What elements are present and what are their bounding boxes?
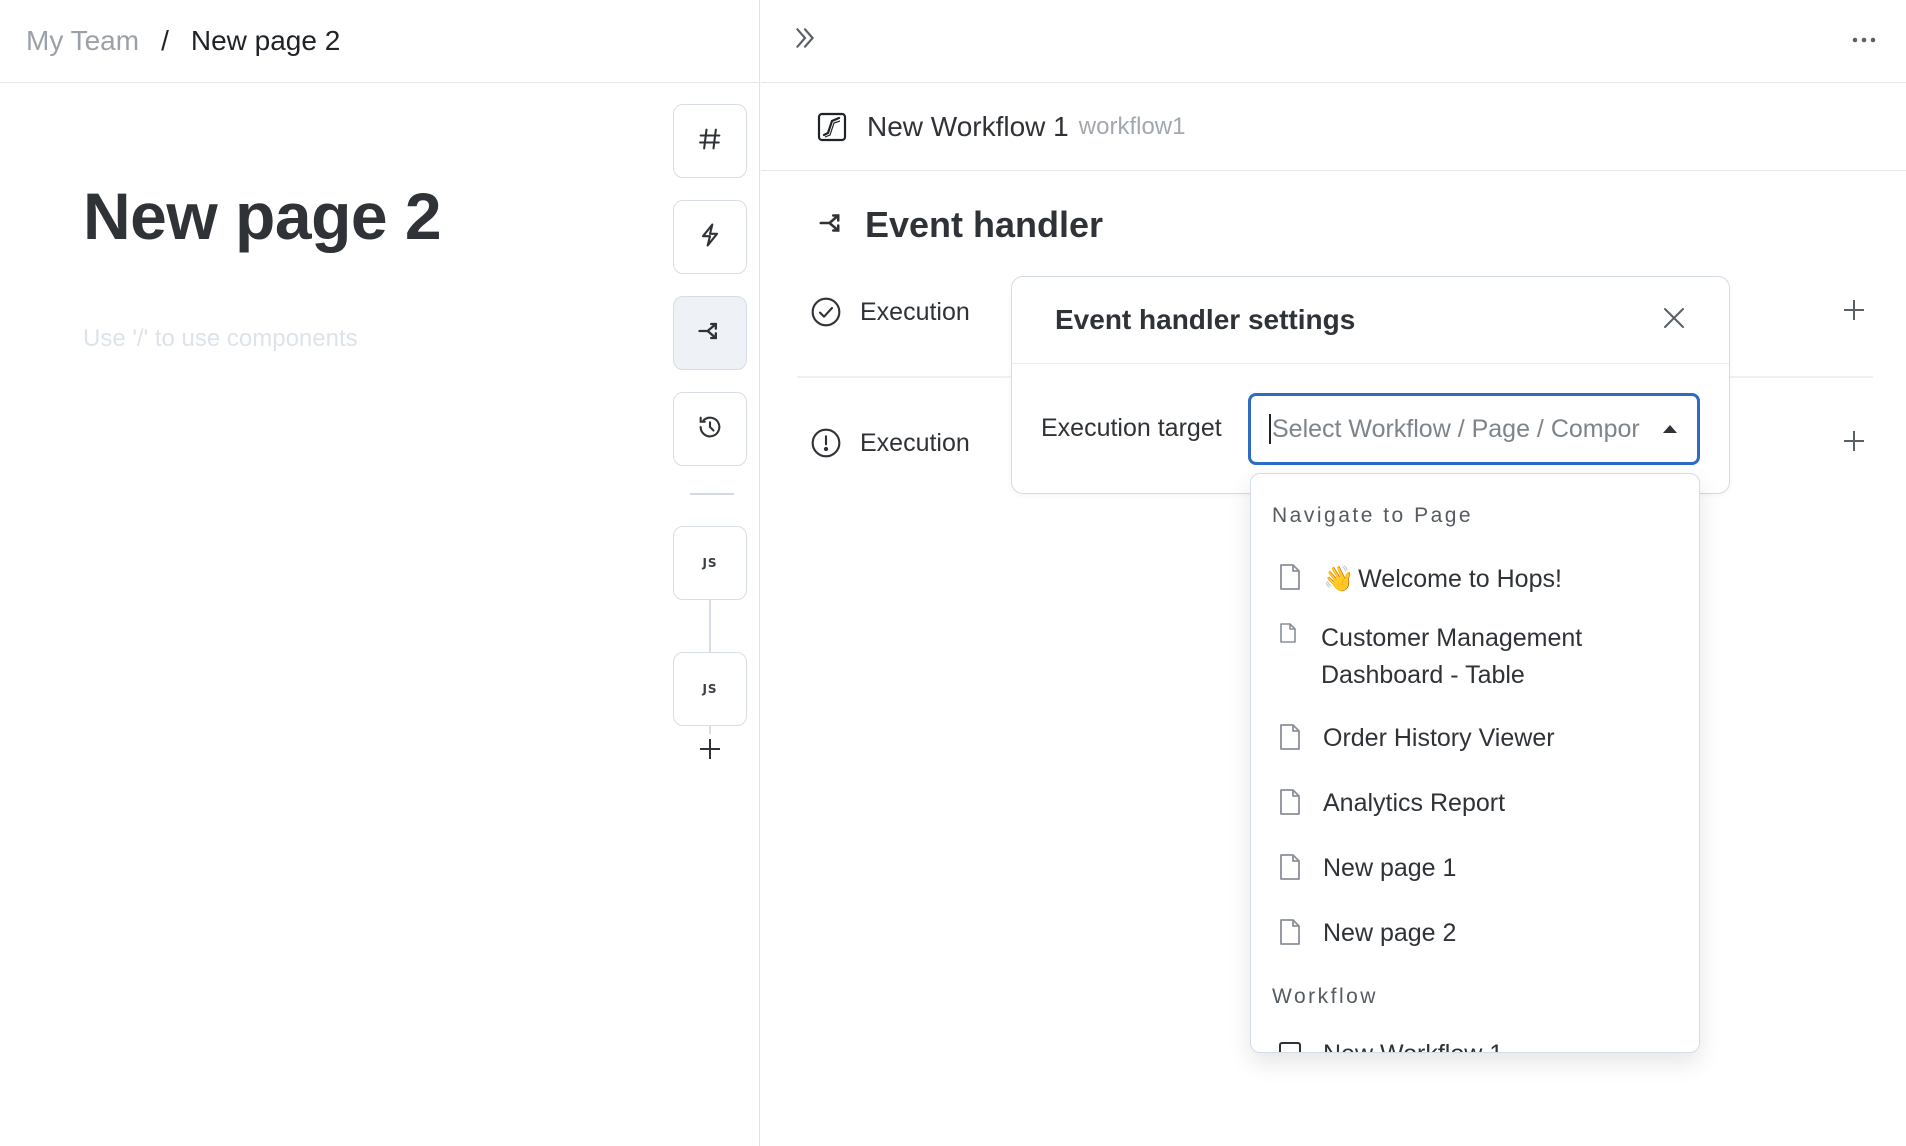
page-icon	[1279, 563, 1301, 591]
execution-target-dropdown: Navigate to Page 👋 Welcome to Hops! Custo…	[1250, 473, 1700, 1053]
dropdown-group-label: Navigate to Page	[1272, 504, 1474, 527]
popover-title: Event handler settings	[1055, 304, 1356, 335]
execution-target-input[interactable]	[1272, 414, 1652, 444]
panel-header	[761, 0, 1906, 83]
option-label: Welcome to Hops!	[1358, 565, 1562, 593]
event-handler-heading: Event handler	[817, 204, 1103, 246]
add-success-handler-button[interactable]	[1838, 296, 1870, 328]
more-options-button[interactable]	[1846, 24, 1882, 56]
option-label: New page 2	[1323, 919, 1457, 947]
workflow-icon	[1279, 1039, 1301, 1052]
plus-icon	[1843, 430, 1865, 457]
lightning-icon	[696, 221, 724, 254]
caret-up-icon[interactable]	[1663, 425, 1677, 433]
close-icon	[1662, 306, 1686, 335]
dropdown-option[interactable]: 👋 Welcome to Hops!	[1251, 560, 1699, 598]
rail-event-handler-button[interactable]	[673, 296, 747, 370]
waving-hand-emoji: 👋	[1323, 564, 1355, 593]
dropdown-option[interactable]: Analytics Report	[1251, 785, 1699, 822]
rail-history-button[interactable]	[673, 392, 747, 466]
page-content-placeholder[interactable]: Use '/' to use components	[83, 325, 358, 353]
rail-divider	[690, 493, 734, 495]
execution-target-label: Execution target	[1041, 414, 1222, 442]
double-chevron-right-icon	[792, 25, 818, 56]
workflow-icon	[817, 112, 847, 142]
node-connector	[709, 600, 711, 652]
hash-icon	[696, 125, 724, 158]
breadcrumb-current: New page 2	[190, 25, 341, 56]
rail-trigger-button[interactable]	[673, 200, 747, 274]
dropdown-option[interactable]: New page 2	[1251, 915, 1699, 952]
plus-icon	[1843, 299, 1865, 326]
option-label: Order History Viewer	[1323, 724, 1555, 752]
page-icon	[1279, 853, 1301, 881]
node-connector	[709, 726, 711, 734]
breadcrumb: My Team / New page 2	[0, 0, 760, 83]
branch-arrow-icon	[696, 317, 724, 350]
page-icon	[1279, 723, 1301, 751]
close-button[interactable]	[1659, 305, 1689, 335]
page-icon	[1279, 918, 1301, 946]
more-horizontal-icon	[1851, 31, 1877, 49]
dropdown-group-label: Workflow	[1272, 985, 1378, 1008]
breadcrumb-parent-link[interactable]: My Team	[26, 25, 139, 57]
dropdown-option[interactable]: Customer Management Dashboard - Table	[1251, 620, 1699, 694]
option-label: New page 1	[1323, 854, 1457, 882]
dropdown-option[interactable]: New page 1	[1251, 850, 1699, 887]
check-circle-icon	[810, 296, 842, 328]
workflow-title-row: New Workflow 1 workflow1	[761, 84, 1906, 171]
js-node[interactable]: JS	[673, 526, 747, 600]
workflow-id: workflow1	[1078, 113, 1186, 140]
branch-arrow-icon	[817, 208, 865, 243]
page-icon	[1279, 788, 1301, 816]
text-cursor	[1269, 414, 1271, 444]
event-handler-title: Event handler	[865, 204, 1104, 245]
plus-icon	[698, 737, 722, 766]
add-node-button[interactable]	[695, 736, 725, 766]
execution-target-select[interactable]	[1248, 393, 1700, 465]
option-label: Customer Management Dashboard - Table	[1321, 624, 1583, 689]
page-icon	[1279, 622, 1297, 644]
dropdown-option[interactable]: Order History Viewer	[1251, 720, 1699, 757]
rail-hash-button[interactable]	[673, 104, 747, 178]
add-error-handler-button[interactable]	[1838, 427, 1870, 459]
execution-label: Execution	[860, 297, 970, 326]
option-label: New Workflow 1	[1323, 1036, 1503, 1052]
history-icon	[696, 413, 724, 446]
page-title[interactable]: New page 2	[83, 178, 442, 254]
breadcrumb-separator: /	[161, 25, 169, 56]
js-node[interactable]: JS	[673, 652, 747, 726]
popover-header: Event handler settings	[1012, 277, 1729, 364]
page-editor-panel: My Team / New page 2 New page 2 Use '/' …	[0, 0, 760, 1146]
dropdown-option[interactable]: New Workflow 1	[1251, 1036, 1699, 1052]
expand-panel-button[interactable]	[789, 24, 821, 56]
execution-label: Execution	[860, 428, 970, 457]
workflow-name: New Workflow 1	[867, 111, 1069, 142]
alert-circle-icon	[810, 427, 842, 459]
option-label: Analytics Report	[1323, 789, 1506, 817]
